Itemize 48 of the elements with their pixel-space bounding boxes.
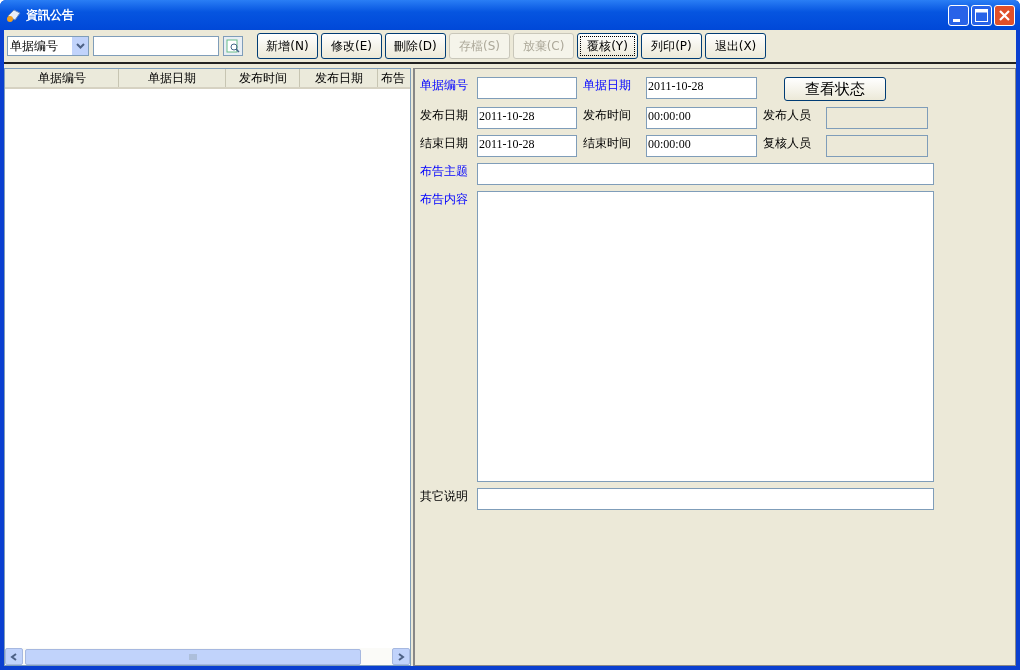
input-field[interactable]: 2011-10-28 bbox=[646, 77, 757, 99]
input-field[interactable]: 2011-10-28 bbox=[477, 107, 577, 129]
input-field[interactable]: 00:00:00 bbox=[646, 135, 757, 157]
input-field[interactable]: 00:00:00 bbox=[646, 107, 757, 129]
field-label: 单据日期 bbox=[583, 77, 632, 93]
field-label: 布告内容 bbox=[420, 191, 469, 207]
input-field[interactable] bbox=[477, 163, 934, 185]
field-label: 复核人员 bbox=[763, 135, 812, 151]
search-field[interactable] bbox=[93, 36, 219, 56]
maximize-button[interactable] bbox=[971, 4, 992, 26]
chevron-left-icon bbox=[10, 652, 18, 661]
field-label: 结束时间 bbox=[583, 135, 632, 151]
field-label: 布告主题 bbox=[420, 163, 469, 179]
toolbar-button[interactable]: 覆核(Y) bbox=[577, 33, 638, 59]
column-header[interactable]: 发布时间 bbox=[226, 69, 300, 87]
chevron-right-icon bbox=[397, 652, 405, 661]
minimize-button[interactable] bbox=[948, 4, 969, 26]
field-label: 发布时间 bbox=[583, 107, 632, 123]
search-icon bbox=[226, 39, 240, 53]
toolbar-button[interactable]: 新增(N) bbox=[257, 33, 318, 59]
close-icon bbox=[999, 9, 1010, 21]
app-icon bbox=[6, 7, 22, 23]
column-header[interactable]: 单据日期 bbox=[119, 69, 226, 87]
toolbar-button[interactable]: 刪除(D) bbox=[385, 33, 446, 59]
field-label: 发布日期 bbox=[420, 107, 469, 123]
toolbar-button[interactable]: 退出(X) bbox=[705, 33, 766, 59]
horizontal-scrollbar[interactable] bbox=[5, 648, 410, 665]
minimize-icon bbox=[953, 18, 960, 22]
input-field[interactable] bbox=[477, 77, 577, 99]
column-header[interactable]: 发布日期 bbox=[300, 69, 378, 87]
input-field[interactable] bbox=[477, 488, 934, 510]
view-status-button[interactable]: 查看状态 bbox=[784, 77, 886, 101]
column-header[interactable]: 单据编号 bbox=[5, 69, 119, 87]
field-label: 其它说明 bbox=[420, 488, 469, 504]
input-field[interactable]: 2011-10-28 bbox=[477, 135, 577, 157]
maximize-icon bbox=[975, 8, 988, 22]
field-label: 单据编号 bbox=[420, 77, 469, 93]
filter-dropdown[interactable]: 单据编号 bbox=[7, 36, 89, 56]
column-header[interactable]: 布告 bbox=[378, 69, 406, 87]
field-label: 结束日期 bbox=[420, 135, 469, 151]
toolbar-button[interactable]: 列印(P) bbox=[641, 33, 702, 59]
window-title: 資訊公告 bbox=[26, 6, 75, 24]
chevron-down-icon bbox=[75, 43, 85, 49]
field-label: 发布人员 bbox=[763, 107, 812, 123]
grip-icon bbox=[189, 653, 197, 660]
close-button[interactable] bbox=[994, 4, 1015, 26]
search-button[interactable] bbox=[223, 36, 243, 56]
toolbar-button[interactable]: 修改(E) bbox=[321, 33, 382, 59]
